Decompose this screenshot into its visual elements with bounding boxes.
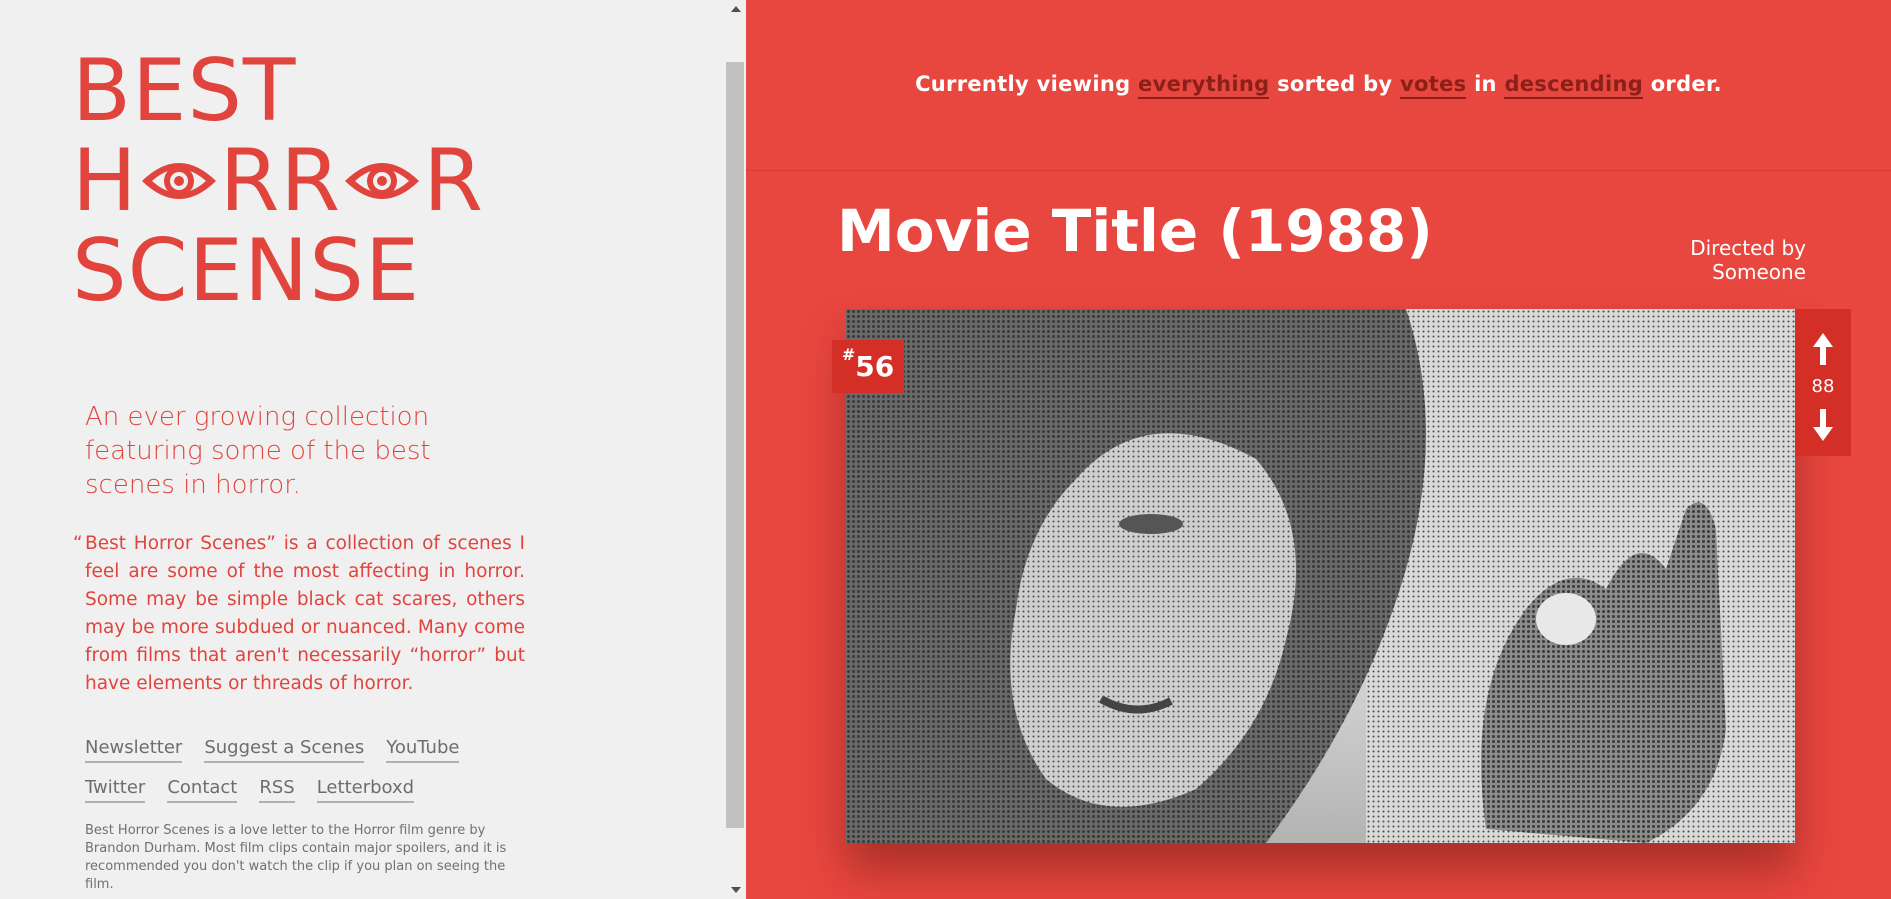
site-logo[interactable]: BEST H RR R SCENSE: [72, 46, 484, 316]
vote-panel: 88: [1795, 309, 1851, 456]
footnote: Best Horror Scenes is a love letter to t…: [85, 823, 507, 892]
sidebar-scrollbar[interactable]: [726, 0, 746, 899]
eye-icon: [141, 162, 216, 199]
sidebar: BEST H RR R SCENSE An ever growing colle…: [0, 0, 726, 899]
movie-title[interactable]: Movie Title (1988): [837, 198, 1433, 264]
rank-number: 56: [855, 350, 895, 383]
rank-badge: #56: [832, 340, 904, 393]
scene-still-illustration: [846, 309, 1795, 843]
sort-field-dropdown[interactable]: votes: [1400, 72, 1467, 99]
vote-count: 88: [1811, 376, 1835, 397]
arrow-up-icon: [1813, 333, 1833, 365]
filter-dropdown[interactable]: everything: [1138, 72, 1270, 99]
suggest-scene-link[interactable]: Suggest a Scenes: [204, 737, 365, 763]
main-content: Currently viewing everything sorted by v…: [746, 0, 1891, 899]
scene-still-image[interactable]: [846, 309, 1795, 843]
sorting-suffix: order.: [1650, 72, 1722, 96]
in-text: in: [1474, 72, 1497, 96]
sorting-prefix: Currently viewing: [915, 72, 1131, 96]
director-credit: Directed by Someone: [1690, 236, 1806, 284]
scrollbar-thumb[interactable]: [726, 62, 744, 828]
logo-line-2: H RR R: [72, 131, 484, 231]
logo-line-1: BEST: [72, 41, 297, 141]
sort-order-dropdown[interactable]: descending: [1504, 72, 1644, 99]
sidebar-links: Newsletter Suggest a Scenes YouTube Twitte…: [85, 737, 525, 817]
contact-link[interactable]: Contact: [167, 777, 238, 803]
letterboxd-link[interactable]: Letterboxd: [316, 777, 415, 803]
eye-icon: [345, 162, 420, 199]
newsletter-link[interactable]: Newsletter: [85, 737, 183, 763]
sorted-by-text: sorted by: [1277, 72, 1393, 96]
site-tagline: An ever growing collection featuring som…: [85, 402, 431, 500]
scroll-up-arrow-icon[interactable]: [731, 6, 741, 12]
sorting-sentence: Currently viewing everything sorted by v…: [746, 72, 1891, 99]
arrow-down-icon: [1813, 409, 1833, 441]
twitter-link[interactable]: Twitter: [85, 777, 146, 803]
youtube-link[interactable]: YouTube: [386, 737, 460, 763]
logo-line-3: SCENSE: [72, 221, 421, 321]
about-text: Best Horror Scenes” is a collection of s…: [73, 530, 525, 698]
upvote-button[interactable]: [1795, 329, 1851, 369]
scroll-down-arrow-icon[interactable]: [731, 887, 741, 893]
rss-link[interactable]: RSS: [259, 777, 295, 803]
downvote-button[interactable]: [1795, 405, 1851, 445]
sorting-bar: Currently viewing everything sorted by v…: [746, 0, 1891, 171]
